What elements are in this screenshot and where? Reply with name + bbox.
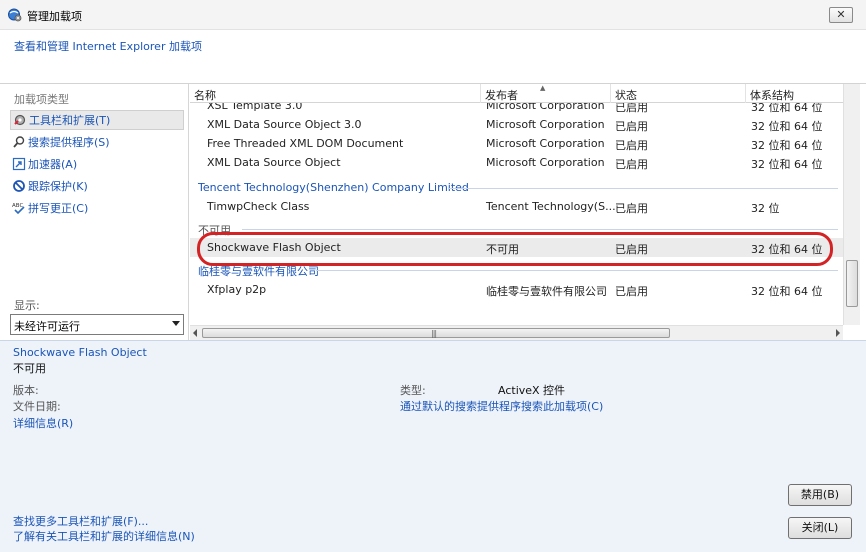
row-publisher: Microsoft Corporation	[486, 118, 605, 131]
row-name: XML Data Source Object 3.0	[207, 118, 362, 131]
row-status: 已启用	[615, 103, 648, 114]
row-architecture: 32 位和 64 位	[751, 158, 823, 171]
scroll-right-icon[interactable]	[836, 329, 840, 337]
table-row[interactable]: Free Threaded XML DOM Document Microsoft…	[190, 134, 843, 153]
block-icon	[12, 179, 26, 193]
row-status: 已启用	[615, 285, 648, 298]
close-button[interactable]: 关闭(L)	[788, 517, 852, 539]
table-row[interactable]: XML Data Source Object Microsoft Corpora…	[190, 153, 843, 172]
row-publisher: Microsoft Corporation	[486, 156, 605, 169]
header-description-link[interactable]: 查看和管理 Internet Explorer 加载项	[14, 38, 202, 54]
details-panel: Shockwave Flash Object 不可用 版本: 文件日期: 详细信…	[0, 340, 866, 552]
table-row[interactable]: TimwpCheck Class Tencent Technology(S...…	[190, 197, 843, 216]
column-header-name[interactable]: 名称	[190, 84, 481, 103]
row-name: Free Threaded XML DOM Document	[207, 137, 404, 150]
horizontal-scrollbar[interactable]: |||	[190, 325, 843, 340]
show-filter-value: 未经许可运行	[14, 320, 80, 333]
learn-more-toolbars-link[interactable]: 了解有关工具栏和扩展的详细信息(N)	[13, 528, 195, 544]
row-architecture: 32 位	[751, 202, 780, 215]
scroll-left-icon[interactable]	[193, 329, 197, 337]
row-architecture: 32 位和 64 位	[751, 285, 823, 298]
row-publisher: 临桂零与壹软件有限公司	[486, 285, 607, 298]
row-status: 已启用	[615, 202, 648, 215]
column-header-publisher[interactable]: 发布者	[481, 84, 611, 103]
type-value: ActiveX 控件	[498, 384, 566, 397]
row-status: 已启用	[615, 139, 648, 152]
chevron-down-icon	[172, 321, 180, 326]
horizontal-scroll-thumb[interactable]: |||	[202, 328, 670, 338]
group-header-tencent: Tencent Technology(Shenzhen) Company Lim…	[198, 181, 469, 194]
group-divider	[242, 229, 838, 230]
row-status: 已启用	[615, 158, 648, 171]
search-addon-link[interactable]: 通过默认的搜索提供程序搜索此加载项(C)	[400, 398, 603, 414]
row-publisher: Microsoft Corporation	[486, 137, 605, 150]
table-row[interactable]: Xfplay p2p 临桂零与壹软件有限公司 已启用 32 位和 64 位	[190, 280, 843, 299]
header: 查看和管理 Internet Explorer 加载项	[0, 30, 866, 84]
addon-list-pane: 名称 发布者 ▲ 状态 体系结构 XSL Template 3.0 Micros…	[190, 84, 866, 340]
detail-addon-publisher: 不可用	[13, 362, 46, 375]
row-architecture: 32 位和 64 位	[751, 103, 823, 114]
grip-icon: |||	[431, 329, 437, 338]
sidebar-item-spelling[interactable]: ABC 拼写更正(C)	[10, 198, 184, 218]
sidebar-item-label: 工具栏和扩展(T)	[29, 114, 111, 127]
column-header-architecture[interactable]: 体系结构	[746, 84, 843, 103]
sidebar-item-tracking-protection[interactable]: 跟踪保护(K)	[10, 176, 184, 196]
table-row[interactable]: XML Data Source Object 3.0 Microsoft Cor…	[190, 115, 843, 134]
disable-button[interactable]: 禁用(B)	[788, 484, 852, 506]
detail-addon-name: Shockwave Flash Object	[13, 346, 147, 359]
version-label: 版本:	[13, 384, 39, 397]
addon-rows: XSL Template 3.0 Microsoft Corporation 已…	[190, 103, 843, 325]
find-more-toolbars-link[interactable]: 查找更多工具栏和扩展(F)...	[13, 513, 148, 529]
window-title: 管理加载项	[27, 10, 82, 23]
group-divider	[316, 270, 838, 271]
addon-types-label: 加载项类型	[14, 93, 69, 106]
accelerator-icon	[12, 157, 26, 171]
sidebar-item-toolbars[interactable]: 工具栏和扩展(T)	[10, 110, 184, 130]
column-header-status[interactable]: 状态	[611, 84, 746, 103]
sidebar-item-label: 搜索提供程序(S)	[28, 136, 110, 149]
sidebar-item-accelerators[interactable]: 加速器(A)	[10, 154, 184, 174]
window-close-button[interactable]: ✕	[829, 7, 853, 23]
row-status: 已启用	[615, 120, 648, 133]
more-info-link[interactable]: 详细信息(R)	[13, 415, 73, 431]
sidebar-item-search-providers[interactable]: 搜索提供程序(S)	[10, 132, 184, 152]
show-filter-label: 显示:	[14, 299, 40, 312]
ie-gear-icon	[7, 7, 22, 22]
spelling-icon: ABC	[12, 201, 26, 215]
row-name: Xfplay p2p	[207, 283, 267, 296]
highlight-annotation	[197, 232, 833, 266]
row-name: XSL Template 3.0	[207, 103, 303, 112]
row-architecture: 32 位和 64 位	[751, 120, 823, 133]
row-architecture: 32 位和 64 位	[751, 139, 823, 152]
row-name: TimwpCheck Class	[207, 200, 310, 213]
search-icon	[12, 135, 26, 149]
sidebar-item-label: 拼写更正(C)	[28, 202, 89, 215]
vertical-scrollbar[interactable]	[843, 84, 860, 325]
group-divider	[448, 188, 838, 189]
column-header-row: 名称 发布者 ▲ 状态 体系结构	[190, 84, 843, 103]
sort-ascending-icon: ▲	[540, 84, 546, 92]
sidebar-item-label: 跟踪保护(K)	[28, 180, 88, 193]
vertical-scroll-thumb[interactable]	[846, 260, 858, 307]
show-filter-select[interactable]: 未经许可运行	[10, 314, 184, 335]
sidebar-item-label: 加速器(A)	[28, 158, 78, 171]
svg-text:ABC: ABC	[12, 203, 23, 209]
type-label: 类型:	[400, 384, 426, 397]
file-date-label: 文件日期:	[13, 400, 61, 413]
row-publisher: Microsoft Corporation	[486, 103, 605, 112]
row-name: XML Data Source Object	[207, 156, 341, 169]
title-bar: 管理加载项 ✕	[0, 0, 866, 30]
gear-icon	[13, 113, 27, 127]
addon-types-pane: 加载项类型 工具栏和扩展(T) 搜索提供程序(S) 加速器(A) 跟踪保护(K)…	[0, 84, 189, 340]
table-row[interactable]: XSL Template 3.0 Microsoft Corporation 已…	[190, 103, 843, 115]
row-publisher: Tencent Technology(S...	[486, 200, 616, 213]
